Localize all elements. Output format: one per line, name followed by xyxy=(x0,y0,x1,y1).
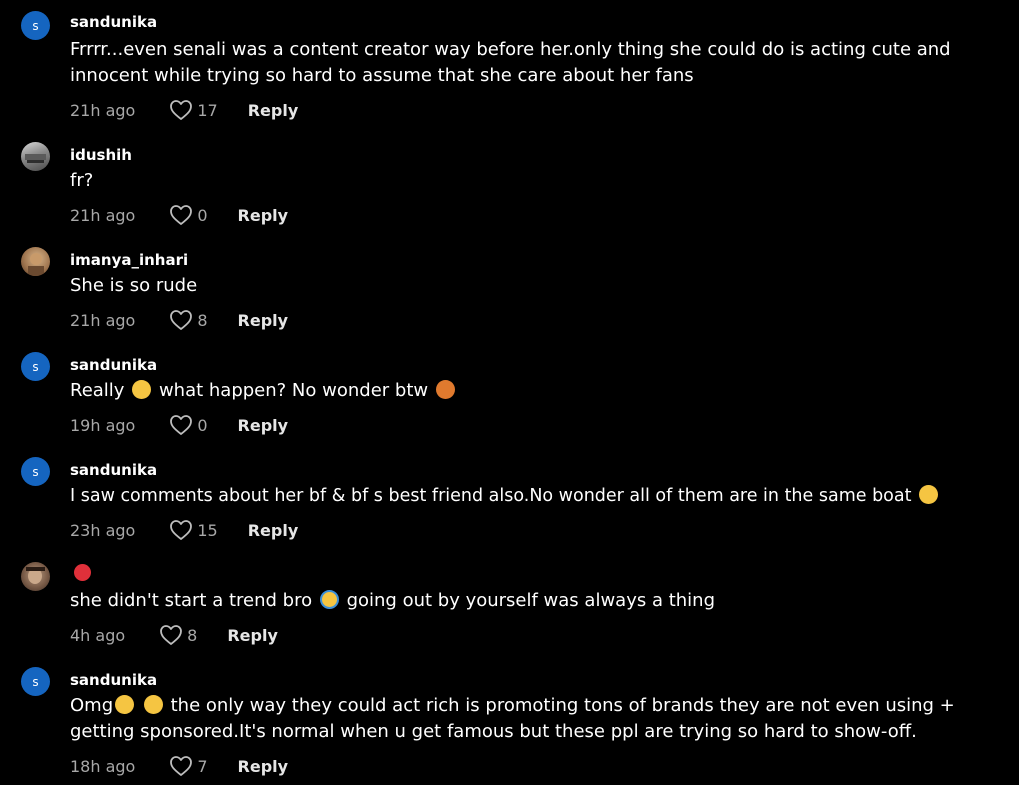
comment-text: I saw comments about her bf & bf s best … xyxy=(70,483,1010,509)
reply-button[interactable]: Reply xyxy=(238,757,289,776)
avatar[interactable]: s xyxy=(21,667,50,696)
grinning-squinting-face-icon xyxy=(115,695,135,714)
timestamp: 4h ago xyxy=(70,625,126,645)
comment-text: Frrrr...even senali was a content creato… xyxy=(70,39,951,86)
comment-text-part: going out by yourself was always a thing xyxy=(346,590,715,611)
comment-meta: 21h ago 0 Reply xyxy=(70,203,288,227)
loudly-crying-face-icon xyxy=(319,590,339,609)
reply-button[interactable]: Reply xyxy=(238,416,289,435)
like-count: 17 xyxy=(197,100,218,120)
reply-button[interactable]: Reply xyxy=(238,206,289,225)
heart-icon xyxy=(170,205,193,225)
comment-text-part: the only way they could act rich is prom… xyxy=(70,695,955,742)
like-button[interactable]: 0 xyxy=(169,204,208,226)
heart-icon xyxy=(160,625,183,645)
comment-text-part: Omg xyxy=(70,695,114,716)
comment-meta: 18h ago 7 Reply xyxy=(70,754,288,778)
username[interactable] xyxy=(70,564,93,582)
avatar[interactable]: s xyxy=(21,11,50,40)
comment-meta: 23h ago 15 Reply xyxy=(70,518,298,542)
avatar[interactable]: s xyxy=(21,457,50,486)
timestamp: 18h ago xyxy=(70,756,136,776)
comment-text: Really what happen? No wonder btw xyxy=(70,378,990,404)
comment-list: s sandunika Frrrr...even senali was a co… xyxy=(0,0,1019,785)
like-count: 0 xyxy=(197,205,208,225)
username[interactable]: sandunika xyxy=(70,671,157,689)
grinning-squinting-face-icon xyxy=(919,485,939,504)
person-shrugging-icon xyxy=(435,380,455,399)
comment-meta: 21h ago 8 Reply xyxy=(70,308,288,332)
reply-button[interactable]: Reply xyxy=(248,101,299,120)
username[interactable]: sandunika xyxy=(70,356,157,374)
avatar-photo-icon xyxy=(26,567,45,584)
like-button[interactable]: 0 xyxy=(169,414,208,436)
comment-text-part: I saw comments about her bf & bf s best … xyxy=(70,486,912,506)
avatar-photo-icon xyxy=(25,154,46,163)
like-count: 7 xyxy=(197,756,208,776)
avatar[interactable]: s xyxy=(21,352,50,381)
like-count: 0 xyxy=(197,415,208,435)
username[interactable]: imanya_inhari xyxy=(70,251,188,269)
timestamp: 21h ago xyxy=(70,205,136,225)
like-button[interactable]: 7 xyxy=(169,755,208,777)
avatar-photo-icon xyxy=(28,253,44,276)
like-count: 15 xyxy=(197,520,218,540)
timestamp: 19h ago xyxy=(70,415,136,435)
avatar[interactable] xyxy=(21,142,50,171)
heart-icon xyxy=(170,310,193,330)
reply-button[interactable]: Reply xyxy=(248,521,299,540)
username[interactable]: sandunika xyxy=(70,461,157,479)
avatar-letter: s xyxy=(32,464,39,479)
heart-icon xyxy=(170,520,193,540)
avatar-letter: s xyxy=(32,674,39,689)
like-button[interactable]: 17 xyxy=(169,99,218,121)
username[interactable]: sandunika xyxy=(70,13,157,31)
avatar[interactable] xyxy=(21,247,50,276)
username[interactable]: idushih xyxy=(70,146,132,164)
comment-text: she didn't start a trend bro going out b… xyxy=(70,588,990,614)
comment-text-part: Really xyxy=(70,380,125,401)
comment-text-part: what happen? No wonder btw xyxy=(158,380,429,401)
comment-text: She is so rude xyxy=(70,275,198,296)
reply-button[interactable]: Reply xyxy=(238,311,289,330)
heart-icon xyxy=(170,100,193,120)
like-button[interactable]: 8 xyxy=(169,309,208,331)
like-button[interactable]: 15 xyxy=(169,519,218,541)
comment-meta: 4h ago 8 Reply xyxy=(70,623,278,647)
heart-icon xyxy=(170,415,193,435)
face-with-rolling-eyes-icon xyxy=(132,380,152,399)
woman-dancing-icon xyxy=(74,564,91,581)
like-count: 8 xyxy=(187,625,198,645)
heart-icon xyxy=(170,756,193,776)
reply-button[interactable]: Reply xyxy=(227,626,278,645)
timestamp: 23h ago xyxy=(70,520,136,540)
comment-meta: 19h ago 0 Reply xyxy=(70,413,288,437)
face-with-hand-over-mouth-icon xyxy=(143,695,163,714)
comment-text-part: she didn't start a trend bro xyxy=(70,590,313,611)
comment-text: Omg the only way they could act rich is … xyxy=(70,693,990,745)
timestamp: 21h ago xyxy=(70,100,136,120)
comment-meta: 21h ago 17 Reply xyxy=(70,98,298,122)
like-count: 8 xyxy=(197,310,208,330)
avatar[interactable] xyxy=(21,562,50,591)
timestamp: 21h ago xyxy=(70,310,136,330)
like-button[interactable]: 8 xyxy=(159,624,197,646)
comment-text: fr? xyxy=(70,170,94,191)
avatar-letter: s xyxy=(32,359,39,374)
avatar-letter: s xyxy=(32,18,39,33)
